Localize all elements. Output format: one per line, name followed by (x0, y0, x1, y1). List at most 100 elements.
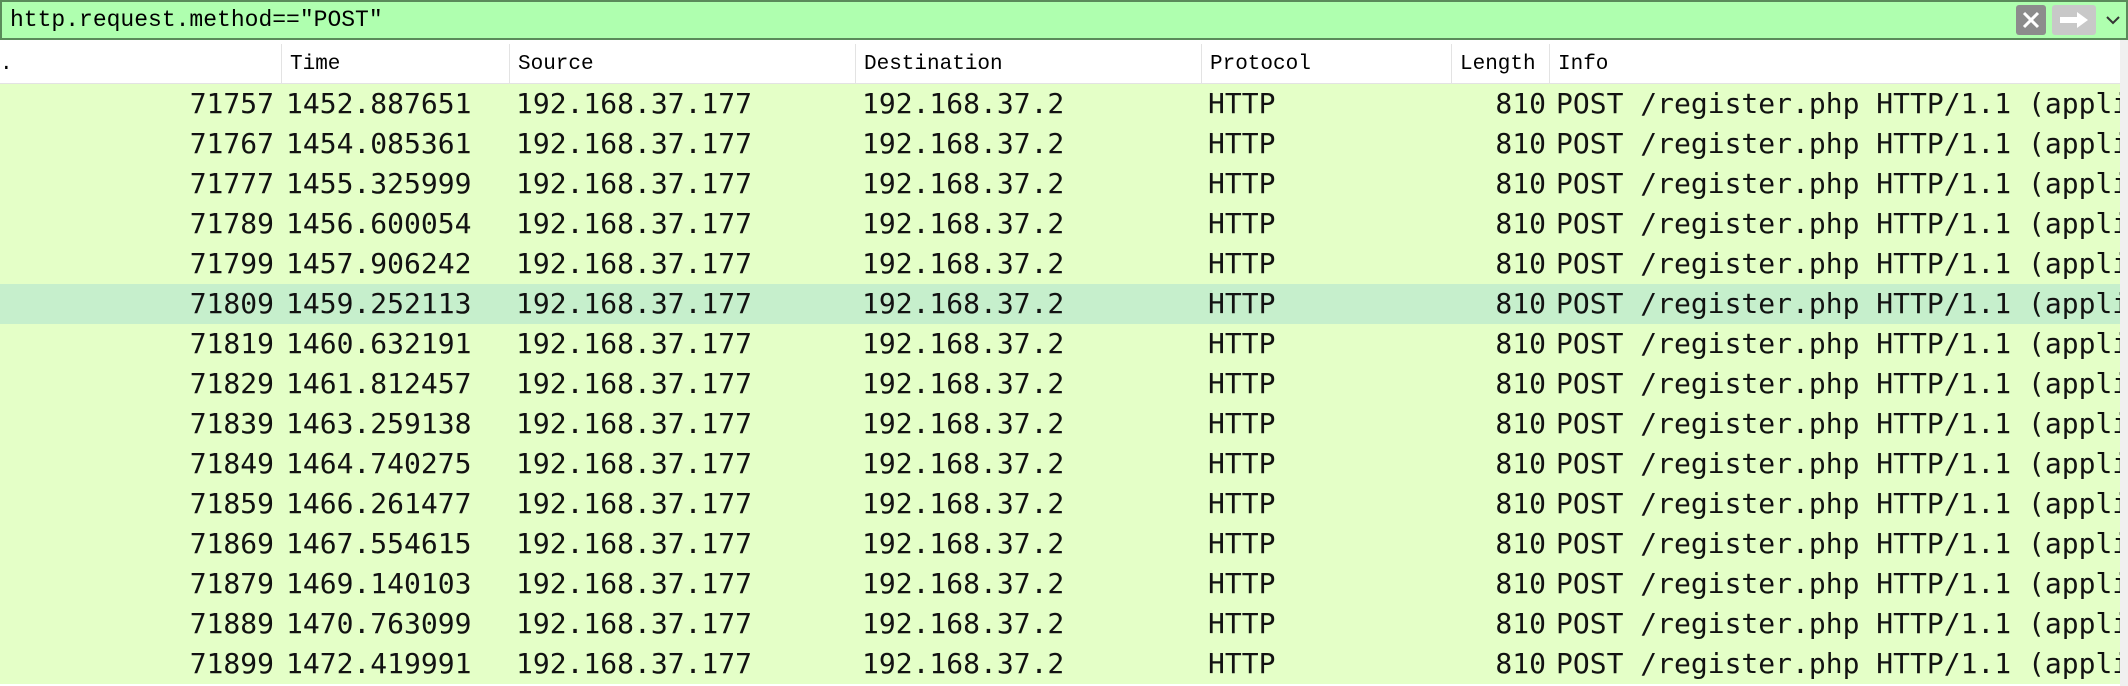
packet-protocol: HTTP (1208, 607, 1276, 640)
packet-source: 192.168.37.177 (516, 167, 753, 200)
packet-list-header: . Time Source Destination Protocol Lengt… (0, 44, 2128, 84)
column-header-source[interactable]: Source (510, 44, 856, 84)
packet-length: 810 (1495, 527, 1546, 560)
packet-protocol: HTTP (1208, 407, 1276, 440)
packet-row[interactable]: 71829 1461.812457 192.168.37.177 192.168.37… (0, 364, 2128, 404)
packet-protocol: HTTP (1208, 527, 1276, 560)
apply-filter-button[interactable] (2052, 5, 2096, 35)
packet-time: 1467.554615 (286, 527, 472, 560)
close-icon (2022, 11, 2040, 29)
packet-row[interactable]: 71889 1470.763099 192.168.37.177 192.168.37… (0, 604, 2128, 644)
packet-protocol: HTTP (1208, 167, 1276, 200)
packet-row[interactable]: 71859 1466.261477 192.168.37.177 192.168.37… (0, 484, 2128, 524)
packet-time: 1463.259138 (286, 407, 472, 440)
packet-row[interactable]: 71899 1472.419991 192.168.37.177 192.168.37… (0, 644, 2128, 684)
packet-info: POST /register.php HTTP/1.1 (appli (1556, 407, 2128, 440)
packet-row[interactable]: 71789 1456.600054 192.168.37.177 192.168.37… (0, 204, 2128, 244)
packet-number: 71899 (189, 647, 274, 680)
clear-filter-button[interactable] (2016, 5, 2046, 35)
packet-protocol: HTTP (1208, 327, 1276, 360)
packet-number: 71799 (189, 247, 274, 280)
packet-protocol: HTTP (1208, 127, 1276, 160)
column-header-destination[interactable]: Destination (856, 44, 1202, 84)
packet-destination: 192.168.37.2 (862, 87, 1065, 120)
packet-info: POST /register.php HTTP/1.1 (appli (1556, 287, 2128, 320)
packet-protocol: HTTP (1208, 247, 1276, 280)
column-header-destination-label: Destination (864, 53, 1003, 76)
packet-destination: 192.168.37.2 (862, 487, 1065, 520)
packet-info: POST /register.php HTTP/1.1 (appli (1556, 207, 2128, 240)
packet-source: 192.168.37.177 (516, 447, 753, 480)
packet-destination: 192.168.37.2 (862, 327, 1065, 360)
packet-protocol: HTTP (1208, 287, 1276, 320)
packet-protocol: HTTP (1208, 447, 1276, 480)
packet-length: 810 (1495, 87, 1546, 120)
packet-destination: 192.168.37.2 (862, 407, 1065, 440)
packet-info: POST /register.php HTTP/1.1 (appli (1556, 127, 2128, 160)
packet-row[interactable]: 71869 1467.554615 192.168.37.177 192.168.37… (0, 524, 2128, 564)
packet-number: 71839 (189, 407, 274, 440)
packet-source: 192.168.37.177 (516, 607, 753, 640)
column-header-protocol[interactable]: Protocol (1202, 44, 1452, 84)
packet-protocol: HTTP (1208, 87, 1276, 120)
packet-time: 1455.325999 (286, 167, 472, 200)
chevron-down-icon (2106, 16, 2120, 25)
packet-row[interactable]: 71879 1469.140103 192.168.37.177 192.168.37… (0, 564, 2128, 604)
column-header-info[interactable]: Info (1550, 44, 2128, 84)
packet-protocol: HTTP (1208, 367, 1276, 400)
filter-dropdown-button[interactable] (2102, 5, 2124, 35)
packet-info: POST /register.php HTTP/1.1 (appli (1556, 607, 2128, 640)
packet-destination: 192.168.37.2 (862, 447, 1065, 480)
packet-number: 71757 (189, 87, 274, 120)
packet-source: 192.168.37.177 (516, 367, 753, 400)
column-header-no[interactable]: . (0, 44, 282, 84)
packet-time: 1452.887651 (286, 87, 472, 120)
packet-time: 1470.763099 (286, 607, 472, 640)
packet-row[interactable]: 71777 1455.325999 192.168.37.177 192.168.37… (0, 164, 2128, 204)
arrow-right-icon (2060, 12, 2088, 28)
column-header-length-label: Length (1460, 53, 1536, 76)
packet-list: 71757 1452.887651 192.168.37.177 192.168.37… (0, 84, 2128, 684)
packet-time: 1459.252113 (286, 287, 472, 320)
packet-number: 71889 (189, 607, 274, 640)
packet-protocol: HTTP (1208, 487, 1276, 520)
packet-destination: 192.168.37.2 (862, 367, 1065, 400)
packet-length: 810 (1495, 447, 1546, 480)
packet-time: 1472.419991 (286, 647, 472, 680)
packet-row[interactable]: 71757 1452.887651 192.168.37.177 192.168.37… (0, 84, 2128, 124)
packet-length: 810 (1495, 127, 1546, 160)
packet-row[interactable]: 71799 1457.906242 192.168.37.177 192.168.37… (0, 244, 2128, 284)
display-filter-input[interactable] (2, 2, 2016, 38)
packet-row[interactable]: 71809 1459.252113 192.168.37.177 192.168.37… (0, 284, 2128, 324)
packet-length: 810 (1495, 327, 1546, 360)
packet-info: POST /register.php HTTP/1.1 (appli (1556, 367, 2128, 400)
packet-destination: 192.168.37.2 (862, 127, 1065, 160)
column-header-no-label: . (0, 53, 13, 76)
column-header-time[interactable]: Time (282, 44, 510, 84)
packet-number: 71777 (189, 167, 274, 200)
column-header-source-label: Source (518, 53, 594, 76)
packet-number: 71859 (189, 487, 274, 520)
packet-row[interactable]: 71819 1460.632191 192.168.37.177 192.168.37… (0, 324, 2128, 364)
column-header-protocol-label: Protocol (1210, 53, 1311, 76)
packet-destination: 192.168.37.2 (862, 647, 1065, 680)
packet-row[interactable]: 71849 1464.740275 192.168.37.177 192.168.37… (0, 444, 2128, 484)
packet-length: 810 (1495, 567, 1546, 600)
packet-number: 71879 (189, 567, 274, 600)
packet-source: 192.168.37.177 (516, 127, 753, 160)
packet-source: 192.168.37.177 (516, 247, 753, 280)
packet-time: 1469.140103 (286, 567, 472, 600)
packet-row[interactable]: 71767 1454.085361 192.168.37.177 192.168.37… (0, 124, 2128, 164)
packet-protocol: HTTP (1208, 647, 1276, 680)
packet-protocol: HTTP (1208, 207, 1276, 240)
packet-time: 1460.632191 (286, 327, 472, 360)
vertical-scrollbar[interactable] (2120, 40, 2128, 686)
packet-source: 192.168.37.177 (516, 527, 753, 560)
packet-info: POST /register.php HTTP/1.1 (appli (1556, 327, 2128, 360)
packet-length: 810 (1495, 247, 1546, 280)
packet-row[interactable]: 71839 1463.259138 192.168.37.177 192.168.37… (0, 404, 2128, 444)
column-header-length[interactable]: Length (1452, 44, 1550, 84)
packet-destination: 192.168.37.2 (862, 527, 1065, 560)
packet-info: POST /register.php HTTP/1.1 (appli (1556, 487, 2128, 520)
packet-destination: 192.168.37.2 (862, 207, 1065, 240)
